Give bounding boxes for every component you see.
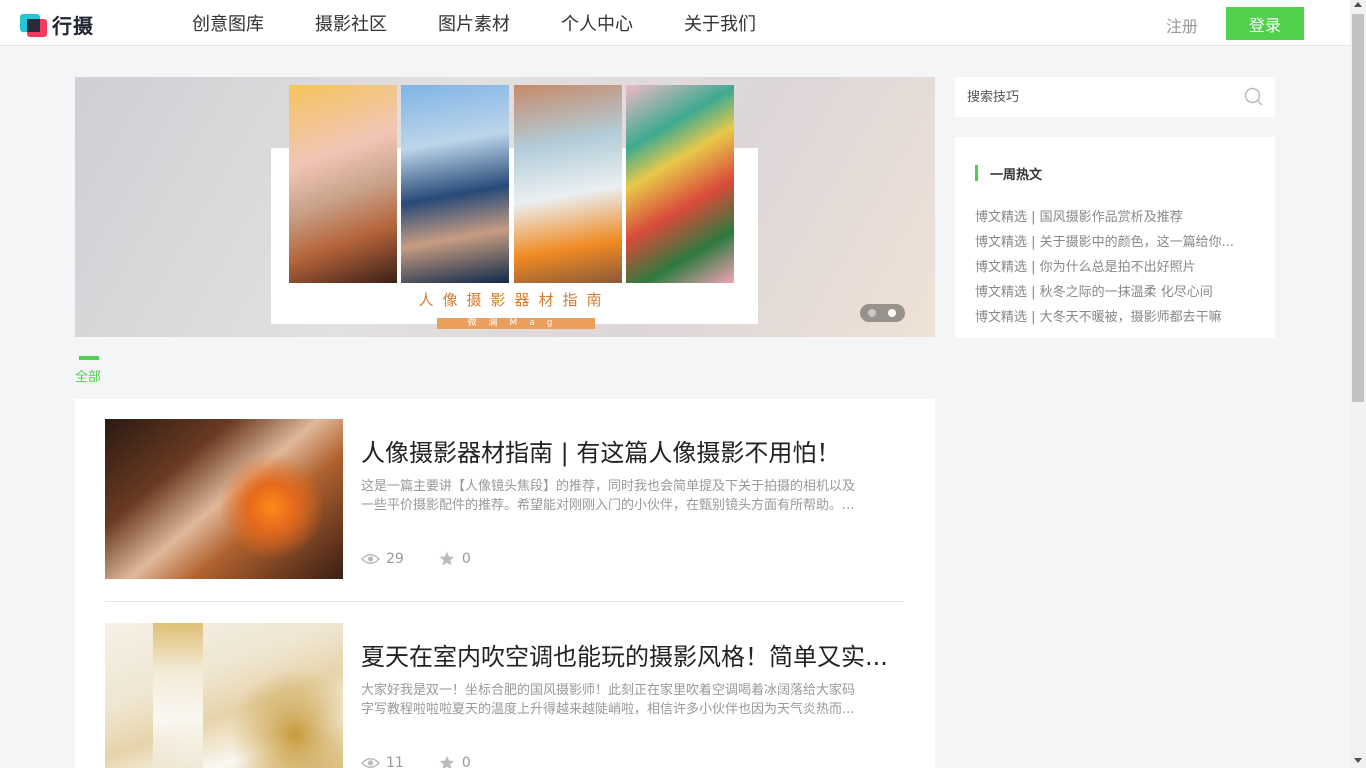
banner-title: 人像摄影器材指南	[418, 291, 611, 309]
section-marker	[975, 165, 978, 181]
scroll-up-arrow-icon[interactable]	[1354, 2, 1362, 7]
view-count: 29	[386, 551, 404, 567]
page-scrollbar[interactable]	[1350, 0, 1366, 768]
nav-item-profile[interactable]: 个人中心	[561, 10, 633, 36]
logo[interactable]: 行摄	[20, 10, 94, 39]
carousel-dot-2-active[interactable]	[888, 309, 896, 317]
search-input[interactable]	[967, 87, 1227, 107]
article-summary-line: 一些平价摄影配件的推荐。希望能对刚刚入门的小伙伴，在甄别镜头方面有所帮助。...	[361, 498, 855, 513]
main-nav: 创意图库 摄影社区 图片素材 个人中心 关于我们	[192, 0, 807, 46]
login-button[interactable]: 登录	[1226, 7, 1304, 40]
article-title[interactable]: 夏天在室内吹空调也能玩的摄影风格！简单又实...	[361, 637, 901, 672]
hot-post-link[interactable]: 博文精选 | 秋冬之际的一抹温柔 化尽心间	[975, 283, 1260, 308]
carousel-dot-1[interactable]	[868, 309, 876, 317]
article-thumbnail[interactable]	[105, 419, 343, 579]
search-icon[interactable]	[1244, 87, 1264, 107]
top-header: 行摄 创意图库 摄影社区 图片素材 个人中心 关于我们 注册 登录	[0, 0, 1350, 46]
hot-post-link[interactable]: 博文精选 | 国风摄影作品赏析及推荐	[975, 208, 1260, 233]
nav-item-about[interactable]: 关于我们	[684, 10, 756, 36]
banner-photo-3	[514, 85, 622, 283]
banner-photo-4	[626, 85, 734, 283]
weekly-hot-panel: 一周热文 博文精选 | 国风摄影作品赏析及推荐 博文精选 | 关于摄影中的颜色，…	[955, 137, 1275, 338]
banner-photo-1	[289, 85, 397, 283]
hero-banner[interactable]: 人像摄影器材指南 微澜Mag	[75, 77, 935, 337]
article-summary-line: 字写教程啦啦啦夏天的温度上升得越来越陡峭啦，相信许多小伙伴也因为天气炎热而...	[361, 702, 855, 717]
article-summary: 大家好我是双一！坐标合肥的国风摄影师！此刻正在家里吹着空调喝着冰阔落给大家码 字…	[361, 681, 897, 719]
star-icon[interactable]	[439, 755, 455, 768]
banner-photo-2	[401, 85, 509, 283]
carousel-dots	[860, 304, 905, 322]
register-link[interactable]: 注册	[1166, 13, 1198, 37]
star-count: 0	[461, 755, 471, 768]
article-summary: 这是一篇主要讲【人像镜头焦段】的推荐，同时我也会简单提及下关于拍摄的相机以及 一…	[361, 477, 897, 515]
hot-post-link[interactable]: 博文精选 | 你为什么总是拍不出好照片	[975, 258, 1260, 283]
eye-icon	[361, 553, 380, 565]
list-item: 夏天在室内吹空调也能玩的摄影风格！简单又实... 大家好我是双一！坐标合肥的国风…	[105, 623, 904, 768]
banner-tag: 微澜Mag	[437, 318, 595, 329]
scroll-thumb[interactable]	[1352, 14, 1364, 402]
nav-item-materials[interactable]: 图片素材	[438, 10, 510, 36]
article-meta: 29 0	[361, 551, 471, 567]
star-icon[interactable]	[439, 551, 455, 567]
list-item: 人像摄影器材指南 | 有这篇人像摄影不用怕！ 这是一篇主要讲【人像镜头焦段】的推…	[105, 419, 904, 602]
brand-name: 行摄	[52, 14, 94, 38]
hot-post-list: 博文精选 | 国风摄影作品赏析及推荐 博文精选 | 关于摄影中的颜色，这一篇给你…	[975, 208, 1260, 333]
article-summary-line: 这是一篇主要讲【人像镜头焦段】的推荐，同时我也会简单提及下关于拍摄的相机以及	[361, 479, 856, 494]
article-summary-line: 大家好我是双一！坐标合肥的国风摄影师！此刻正在家里吹着空调喝着冰阔落给大家码	[361, 683, 856, 698]
panel-title: 一周热文	[990, 168, 1043, 183]
logo-icon	[20, 12, 48, 38]
search-box	[955, 77, 1275, 117]
star-count: 0	[461, 551, 471, 567]
eye-icon	[361, 757, 380, 768]
article-title[interactable]: 人像摄影器材指南 | 有这篇人像摄影不用怕！	[361, 433, 901, 468]
nav-item-community[interactable]: 摄影社区	[315, 10, 387, 36]
tab-all[interactable]: 全部	[75, 366, 101, 385]
scroll-down-arrow-icon[interactable]	[1354, 758, 1362, 763]
tab-active-indicator	[79, 356, 99, 360]
hot-post-link[interactable]: 博文精选 | 关于摄影中的颜色，这一篇给你...	[975, 233, 1260, 258]
hot-post-link[interactable]: 博文精选 | 大冬天不暖被，摄影师都去干嘛	[975, 308, 1260, 333]
article-meta: 11 0	[361, 755, 471, 768]
article-list: 人像摄影器材指南 | 有这篇人像摄影不用怕！ 这是一篇主要讲【人像镜头焦段】的推…	[75, 399, 935, 768]
article-thumbnail[interactable]	[105, 623, 343, 768]
view-count: 11	[386, 755, 404, 768]
nav-item-gallery[interactable]: 创意图库	[192, 10, 264, 36]
